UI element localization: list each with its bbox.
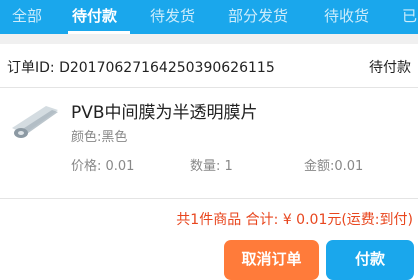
tab-pending-payment[interactable]: 待付款 — [72, 7, 117, 25]
order-summary: 共1件商品 合计: ¥ 0.01元(运费:到付) — [176, 212, 413, 228]
film-roll-icon — [8, 98, 64, 142]
product-price: 价格: 0.01 — [71, 159, 135, 174]
tab-pending-receipt[interactable]: 待收货 — [324, 7, 369, 25]
order-status: 待付款 — [369, 60, 411, 76]
product-thumbnail[interactable] — [8, 98, 64, 142]
cancel-order-button[interactable]: 取消订单 — [224, 240, 319, 280]
tab-all[interactable]: 全部 — [12, 7, 42, 25]
divider — [0, 198, 418, 199]
tab-pending-shipment[interactable]: 待发货 — [150, 7, 195, 25]
pay-button[interactable]: 付款 — [326, 240, 414, 280]
tab-partially-shipped[interactable]: 部分发货 — [228, 7, 288, 25]
tab-completed[interactable]: 已 — [402, 7, 417, 25]
product-color: 颜色:黑色 — [71, 130, 128, 145]
order-header: 订单ID: D20170627164250390626115 待付款 — [0, 44, 418, 88]
product-amount: 金额:0.01 — [304, 159, 364, 174]
order-id: 订单ID: D20170627164250390626115 — [7, 60, 275, 76]
product-quantity: 数量: 1 — [190, 159, 233, 174]
section-gap — [0, 34, 418, 44]
order-status-tabbar: 全部 待付款 待发货 部分发货 待收货 已 — [0, 0, 418, 34]
product-name[interactable]: PVB中间膜为半透明膜片 — [71, 98, 258, 123]
